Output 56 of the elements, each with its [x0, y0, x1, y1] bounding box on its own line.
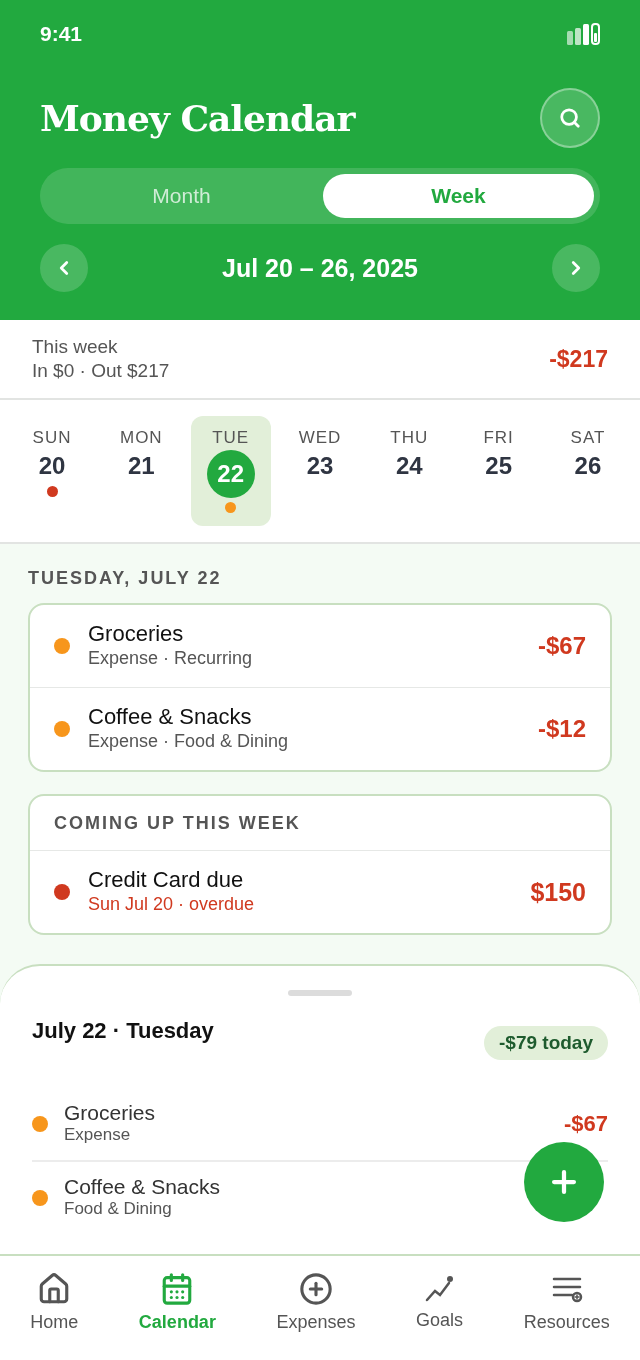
status-time: 9:41 [40, 22, 83, 46]
day-heading: TUESDAY, JULY 22 [28, 568, 223, 589]
transaction-amount: -$67 [563, 1111, 608, 1137]
upcoming-heading: COMING UP THIS WEEK [54, 812, 301, 834]
day-cell[interactable]: THU 24 [369, 416, 450, 526]
day-cell[interactable]: MON 21 [101, 416, 182, 526]
bill-name: Credit Card due [88, 867, 244, 892]
weekday-label: MON [120, 428, 163, 448]
summary-detail: In $0 · Out $217 [32, 359, 170, 383]
next-button[interactable] [552, 244, 600, 292]
nav-tab[interactable]: Resources [523, 1272, 610, 1333]
transaction-name: Coffee & Snacks [64, 1176, 221, 1198]
previous-button[interactable] [40, 244, 88, 292]
day-cell[interactable]: TUE 22 [190, 416, 271, 526]
day-number: 22 [206, 450, 255, 498]
transaction-name: Groceries [64, 1102, 156, 1124]
app-title: Money Calendar [40, 97, 355, 139]
transaction-detail: Expense [64, 1124, 131, 1146]
nav-tab[interactable]: Expenses [276, 1272, 356, 1333]
day-number: 21 [127, 452, 155, 480]
bill-amount: $150 [530, 877, 586, 907]
day-number: 25 [485, 452, 512, 480]
day-cell[interactable]: SUN 20 [12, 416, 92, 526]
date-range: Jul 20 – 26, 2025 [222, 253, 418, 283]
transaction-amount: -$67 [537, 632, 586, 660]
weekday-label: SAT [570, 428, 606, 448]
search-icon [559, 107, 581, 129]
week-total: -$217 [549, 345, 608, 373]
day-number: 23 [306, 452, 334, 480]
nav-tab[interactable]: Goals [416, 1272, 464, 1331]
day-total-badge: -$79 today [484, 1026, 608, 1060]
transaction-name: Coffee & Snacks [88, 704, 252, 729]
plus-circle-icon [299, 1272, 333, 1306]
sheet-title: July 22 · Tuesday [32, 1018, 214, 1044]
summary-title: This week [32, 335, 119, 359]
search-button[interactable] [540, 88, 600, 148]
day-cell[interactable]: FRI 25 [458, 416, 539, 526]
transaction-name: Groceries [88, 621, 184, 646]
bill-detail: Sun Jul 20 · overdue [88, 893, 255, 916]
sheet-handle[interactable] [288, 990, 352, 996]
transaction-detail: Expense · Food & Dining [88, 730, 289, 753]
weekday-label: TUE [212, 428, 250, 448]
day-number: 26 [574, 452, 602, 480]
weekday-label: THU [390, 428, 429, 448]
weekday-label: WED [298, 428, 342, 448]
day-number: 20 [38, 452, 66, 480]
day-cell[interactable]: WED 23 [280, 416, 360, 526]
weekday-label: FRI [483, 428, 514, 448]
day-cell[interactable]: SAT 26 [547, 416, 628, 526]
transaction-detail: Expense · Recurring [88, 647, 253, 670]
nav-tab[interactable]: Home [30, 1272, 79, 1333]
signal-icon [567, 23, 600, 45]
day-number: 24 [395, 452, 423, 480]
transaction-detail: Food & Dining [64, 1198, 172, 1220]
transaction-amount: -$12 [537, 715, 586, 743]
weekday-label: SUN [32, 428, 72, 448]
